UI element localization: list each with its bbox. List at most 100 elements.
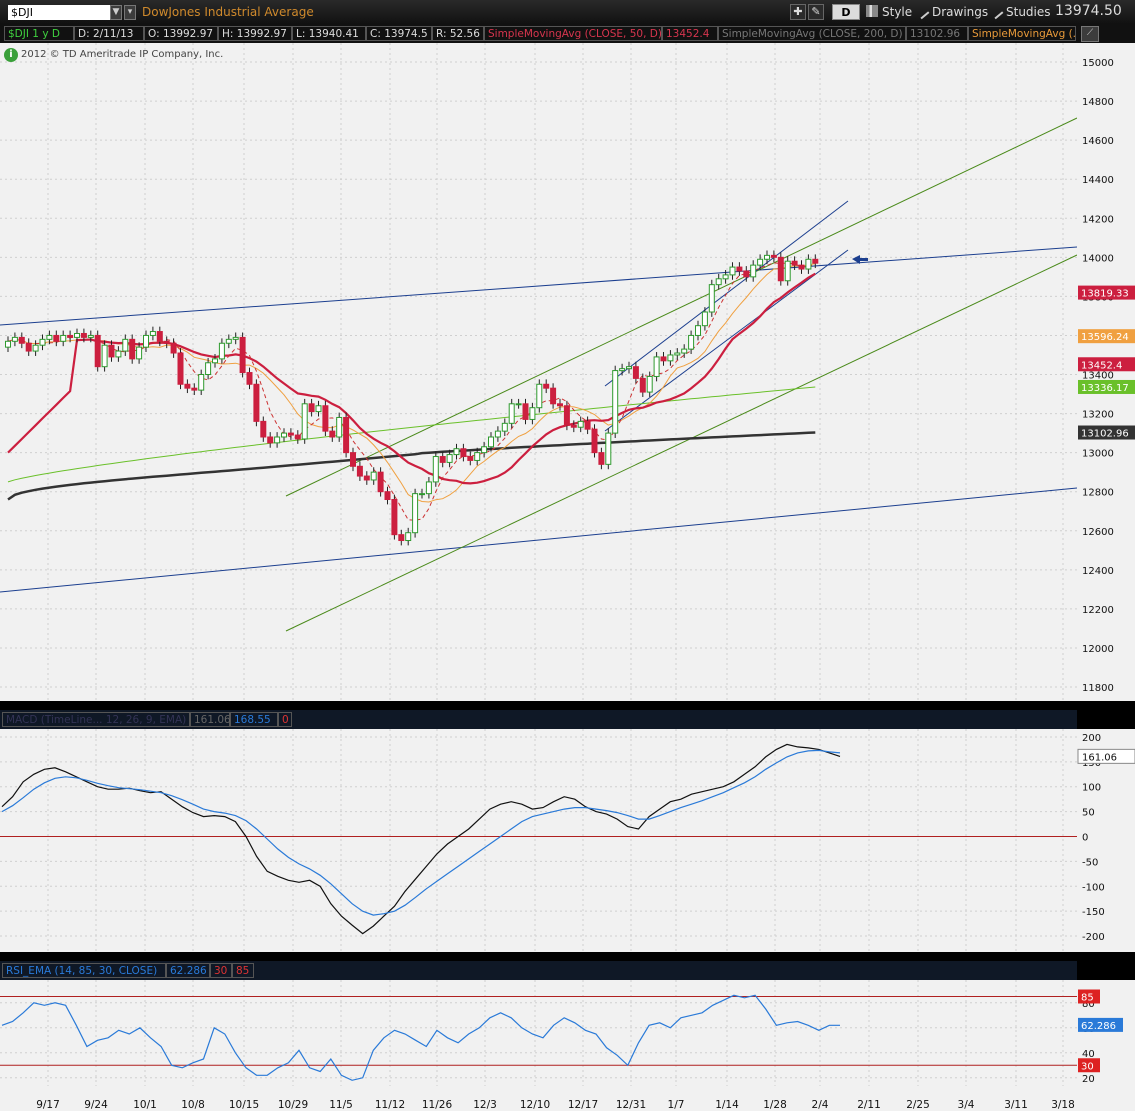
candle-body	[370, 471, 377, 481]
candle-body	[653, 356, 660, 377]
candle-body	[253, 383, 260, 422]
candle-body	[812, 258, 819, 264]
candle-body	[805, 258, 812, 270]
price-tick-label: 13000	[1082, 449, 1114, 460]
pencil-icon	[916, 6, 930, 20]
price-label-text: 13102.96	[1081, 429, 1129, 440]
aggregation-button[interactable]: D	[832, 4, 860, 20]
candle-body	[46, 334, 53, 340]
price-tick-label: 11800	[1082, 683, 1114, 694]
candle-body	[743, 270, 750, 278]
style-menu[interactable]: Style	[866, 3, 912, 21]
symbol-dropdown-icon[interactable]: ▼	[110, 5, 122, 20]
symbol-menu-icon[interactable]: ▾	[124, 5, 136, 20]
candle-body	[481, 446, 488, 454]
candle-body	[11, 336, 18, 342]
macd-tick-label: 50	[1082, 808, 1095, 819]
price-tick-label: 15000	[1082, 58, 1114, 69]
macd-label[interactable]: MACD (TimeLine... 12, 26, 9, EMA)	[2, 712, 190, 727]
candle-body	[570, 424, 577, 428]
candle-body	[501, 422, 508, 432]
rsi-badge-text: 62.286	[1081, 1021, 1116, 1032]
price-label-text: 13819.33	[1081, 289, 1129, 300]
candle-body	[205, 362, 212, 375]
time-tick-label: 1/7	[668, 1099, 685, 1111]
candle-body	[791, 260, 798, 266]
candle-body	[191, 387, 198, 391]
macd-value-3: 0	[278, 712, 292, 727]
candle-body	[474, 452, 481, 461]
chart-settings-icon[interactable]: ⟋	[1081, 26, 1099, 42]
rsi-value: 62.286	[166, 963, 210, 978]
info-icon[interactable]: i	[4, 48, 18, 62]
candle-body	[722, 274, 729, 280]
time-tick-label: 3/11	[1004, 1099, 1028, 1111]
time-tick-label: 11/12	[375, 1099, 405, 1111]
macd-pane-background[interactable]	[0, 729, 1077, 952]
price-label-text: 13452.4	[1081, 360, 1122, 371]
time-tick-label: 3/18	[1051, 1099, 1075, 1111]
macd-tick-label: -200	[1082, 932, 1105, 943]
rsi-header: RSI_EMA (14, 85, 30, CLOSE) 62.286 30 85	[0, 961, 1077, 980]
time-tick-label: 11/26	[422, 1099, 453, 1111]
candle-body	[619, 368, 626, 372]
candle-body	[508, 403, 515, 424]
candle-body	[198, 374, 205, 391]
price-label-text: 13336.17	[1081, 383, 1129, 394]
bar-close: C: 13974.5	[366, 26, 432, 41]
sma200-label[interactable]: SimpleMovingAvg (CLOSE, 200, D)	[718, 26, 906, 41]
price-tick-label: 12600	[1082, 527, 1114, 538]
symbol-period[interactable]: $DJI 1 y D	[4, 26, 74, 41]
candle-body	[432, 456, 439, 483]
time-tick-label: 10/8	[181, 1099, 205, 1111]
candle-body	[632, 366, 639, 379]
sma50-label[interactable]: SimpleMovingAvg (CLOSE, 50, D)	[484, 26, 662, 41]
chart-canvas[interactable]: 11800 12000 12200 12400 12600 12800 13000 13200…	[0, 0, 1135, 1111]
candle-body	[488, 436, 494, 448]
candle-body	[398, 534, 405, 542]
info-bar: $DJI 1 y D D: 2/11/13 O: 13992.97 H: 139…	[0, 24, 1135, 43]
candle-body	[729, 266, 736, 276]
candle-body	[522, 403, 529, 420]
candle-body	[94, 334, 101, 368]
candle-body	[460, 448, 467, 458]
candle-body	[170, 342, 177, 354]
crosshair-icon[interactable]: ✚	[790, 4, 806, 20]
price-tick-label: 13200	[1082, 410, 1114, 421]
macd-tick-label: 100	[1082, 783, 1101, 794]
rsi-label[interactable]: RSI_EMA (14, 85, 30, CLOSE)	[2, 963, 166, 978]
macd-value-1: 161.06	[190, 712, 231, 727]
studies-menu[interactable]: Studies	[990, 3, 1051, 21]
time-tick-label: 10/29	[278, 1099, 308, 1111]
candle-body	[108, 344, 115, 358]
macd-tick-label: -100	[1082, 882, 1105, 893]
candle-body	[467, 456, 474, 461]
candle-body	[764, 254, 770, 260]
time-tick-label: 10/15	[229, 1099, 259, 1111]
candle-body	[336, 416, 343, 438]
candle-body	[163, 340, 170, 344]
sma-extra-label[interactable]: SimpleMovingAvg (...	[968, 26, 1076, 41]
drawings-menu[interactable]: Drawings	[916, 3, 989, 21]
wrench-icon[interactable]: ✎	[808, 4, 824, 20]
studies-label: Studies	[1006, 5, 1051, 19]
rsi-level-1: 30	[210, 963, 232, 978]
symbol-input[interactable]: $DJI	[8, 5, 110, 20]
rsi-pane-background[interactable]	[0, 980, 1077, 1086]
candle-body	[784, 260, 791, 282]
price-tick-label: 14400	[1082, 175, 1114, 186]
candle-body	[129, 338, 136, 360]
toolbar: $DJI ▼ ▾ DowJones Industrial Average ✚ ✎…	[0, 0, 1135, 25]
time-tick-label: 12/31	[616, 1099, 646, 1111]
drawings-label: Drawings	[932, 5, 989, 19]
candle-body	[18, 336, 25, 344]
time-tick-label: 3/4	[958, 1099, 975, 1111]
candle-body	[301, 403, 308, 440]
candle-body	[53, 334, 60, 342]
price-pane-background[interactable]	[0, 43, 1077, 701]
candle-body	[598, 452, 605, 465]
copyright: i 2012 © TD Ameritrade IP Company, Inc.	[4, 48, 223, 62]
candle-body	[329, 430, 336, 438]
bar-range: R: 52.56	[432, 26, 484, 41]
candle-body	[695, 325, 701, 336]
